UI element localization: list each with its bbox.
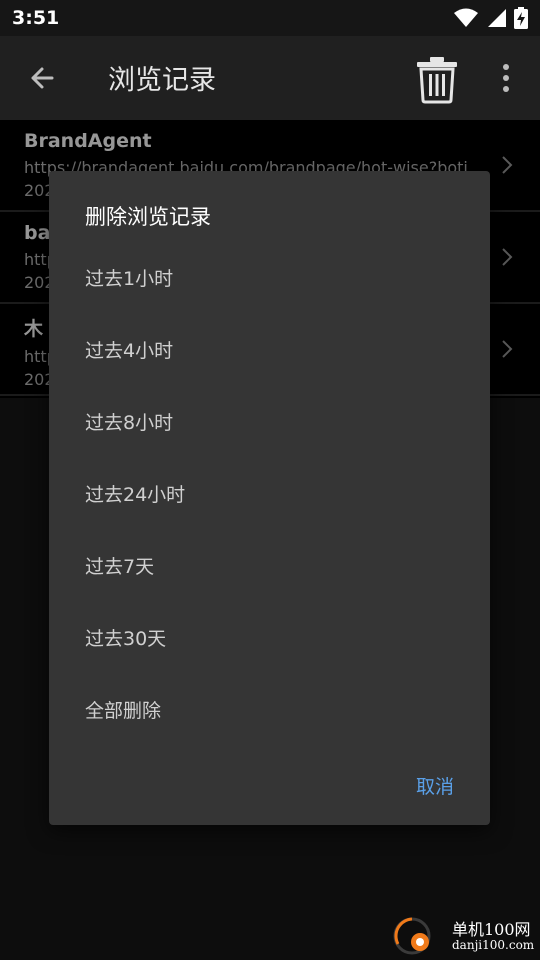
cancel-button[interactable]: 取消 [416, 769, 454, 805]
status-icons [454, 7, 528, 29]
option-past-7-days[interactable]: 过去7天 [85, 545, 465, 589]
more-options-button[interactable] [494, 60, 518, 96]
more-vert-icon [503, 64, 509, 70]
trash-icon [417, 57, 457, 104]
watermark-logo-icon [393, 917, 431, 955]
page-title: 浏览记录 [108, 65, 216, 96]
option-past-24-hours[interactable]: 过去24小时 [85, 473, 465, 517]
arrow-left-icon [31, 67, 54, 89]
option-past-1-hour[interactable]: 过去1小时 [85, 257, 465, 301]
back-button[interactable] [24, 60, 60, 96]
delete-history-dialog: 删除浏览记录 过去1小时 过去4小时 过去8小时 过去24小时 过去7天 过去3… [49, 171, 490, 825]
option-delete-all[interactable]: 全部删除 [85, 689, 465, 733]
option-past-4-hours[interactable]: 过去4小时 [85, 329, 465, 373]
watermark-name: 单机100网 [452, 920, 531, 939]
wifi-icon [454, 8, 478, 27]
status-bar: 3:51 [0, 0, 540, 36]
battery-charging-icon [514, 7, 528, 29]
option-past-30-days[interactable]: 过去30天 [85, 617, 465, 661]
watermark: 单机100网 danji100.com [392, 912, 540, 960]
delete-history-button[interactable] [414, 54, 460, 104]
option-past-8-hours[interactable]: 过去8小时 [85, 401, 465, 445]
watermark-domain: danji100.com [452, 938, 535, 952]
dialog-title: 删除浏览记录 [85, 205, 211, 229]
app-toolbar: 浏览记录 [0, 36, 540, 120]
signal-icon [488, 9, 506, 27]
status-time: 3:51 [12, 7, 60, 29]
